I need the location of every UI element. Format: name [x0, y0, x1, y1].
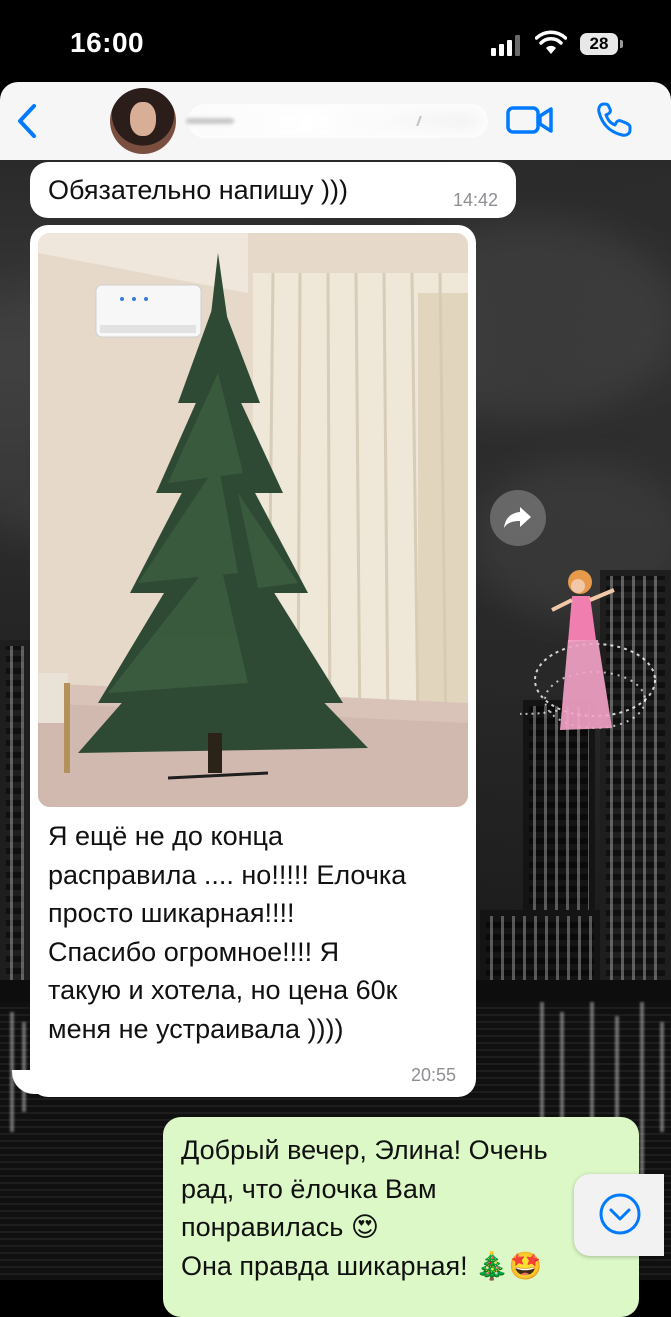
message-photo[interactable]	[38, 233, 468, 807]
message-text: Добрый вечер, Элина! Очень рад, что ёлоч…	[181, 1135, 548, 1281]
battery-level: 28	[580, 33, 618, 55]
message-time: 14:42	[452, 190, 498, 210]
wifi-icon	[535, 30, 567, 54]
scroll-to-bottom-button[interactable]	[574, 1174, 664, 1256]
video-camera-icon[interactable]	[506, 104, 554, 136]
chevron-left-icon[interactable]	[12, 102, 42, 140]
dancing-girl-sticker	[520, 570, 656, 730]
message-incoming-photo[interactable]: Я ещё не до конца расправила .... но!!!!…	[30, 225, 476, 1097]
message-incoming[interactable]: Обязательно напишу ))) 14:42	[30, 162, 516, 218]
battery-icon	[620, 40, 623, 48]
message-text: Я ещё не до конца расправила .... но!!!!…	[48, 821, 407, 1044]
status-time: 16:00	[70, 27, 145, 58]
message-text: Обязательно напишу )))	[48, 175, 348, 205]
phone-icon[interactable]	[594, 100, 634, 140]
status-bar: 16:00 28	[0, 0, 671, 82]
forward-arrow-icon	[504, 507, 531, 528]
cellular-signal-icon	[491, 34, 525, 56]
contact-avatar[interactable]	[110, 88, 176, 154]
forward-button[interactable]	[490, 490, 546, 546]
christmas-tree-photo	[38, 233, 468, 807]
chevron-down-circle-icon	[599, 1193, 641, 1235]
chat-header	[0, 82, 671, 160]
message-time: 20:55	[410, 1065, 456, 1085]
message-outgoing[interactable]: Добрый вечер, Элина! Очень рад, что ёлоч…	[163, 1117, 639, 1317]
contact-name[interactable]	[188, 104, 488, 138]
